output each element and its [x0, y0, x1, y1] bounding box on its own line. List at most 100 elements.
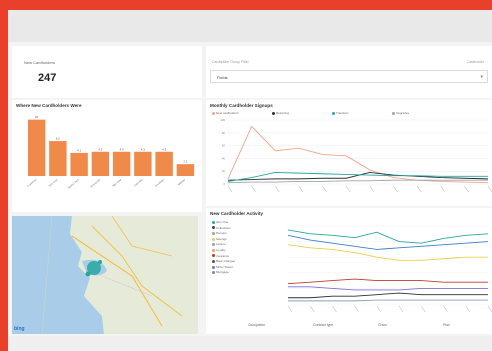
legend-swatch: [212, 271, 215, 275]
activity-series-line[interactable]: [288, 299, 488, 302]
activity-series-line[interactable]: [287, 244, 488, 261]
line-chart-title: Monthly Cardholder Signups: [210, 103, 273, 108]
activity-series-line[interactable]: [287, 234, 489, 250]
bar-data-label: 6.2: [56, 137, 60, 141]
legend-label: Returning: [276, 111, 290, 115]
x-tick-mark: [376, 305, 382, 313]
legend-item[interactable]: Pension: [212, 231, 227, 235]
x-tick-mark: [227, 185, 233, 193]
select-value: Fields: [217, 75, 228, 80]
x-tick-mark: [440, 185, 445, 193]
activity-chart-title: New Cardholder Activity: [210, 211, 263, 216]
bar-category-label: Milpitas: [177, 177, 187, 186]
kpi-value: 247: [38, 72, 57, 84]
map-canvas[interactable]: [12, 216, 198, 334]
legend-label: New cardholders: [216, 111, 239, 115]
bar-category-label: Sunnyvale: [89, 177, 101, 188]
legend-label: Collections: [216, 225, 231, 230]
legend-item[interactable]: Mortgage: [212, 270, 229, 274]
y-tick-label: 80: [222, 131, 226, 135]
group-filter-select[interactable]: Fields ▾: [210, 70, 488, 83]
activity-series-line[interactable]: [287, 278, 488, 285]
bar[interactable]: [134, 151, 152, 176]
map-card[interactable]: bing: [12, 216, 198, 334]
filter-card: Cardholder Group Filter Cardholder Field…: [206, 46, 492, 98]
bar[interactable]: [176, 164, 195, 176]
bar-chart-title: Where New Cardholders Were: [16, 103, 82, 108]
line-chart: 100 80 60 40 20 0: [220, 118, 492, 193]
legend-label: Loyalty: [216, 248, 226, 252]
legend-label: Insurance: [216, 253, 230, 258]
legend-label: Transfers: [336, 111, 349, 115]
legend-swatch: [212, 231, 215, 235]
x-category-label: Contract type: [313, 323, 333, 327]
legend-label: Mortgage: [216, 270, 229, 275]
legend-swatch: [212, 243, 215, 247]
bar[interactable]: [49, 141, 67, 176]
top-band: [8, 10, 492, 42]
x-tick-mark: [464, 185, 469, 193]
legend-swatch: [212, 111, 215, 115]
legend-swatch: [212, 259, 215, 263]
y-tick-label: 100: [220, 118, 225, 122]
bar-data-label: 4.3: [120, 147, 124, 151]
bar-category-label: Palo Alto: [133, 177, 144, 187]
legend-item[interactable]: Leisure: [212, 242, 226, 246]
map-marker[interactable]: [98, 260, 102, 264]
y-tick-label: 60: [222, 144, 226, 148]
filter-label: Cardholder Group Filter: [212, 60, 249, 64]
x-tick-mark: [275, 185, 280, 193]
bar-data-label: 2.1: [183, 160, 187, 164]
bar-chart: 10 Cupertino 6.2 San Jose 4.1 Santa Clara 4.3 S…: [26, 115, 195, 190]
legend-label: Upgrades: [396, 111, 410, 115]
legend-item[interactable]: Insurance: [212, 254, 229, 258]
legend-item[interactable]: Returning: [272, 111, 289, 115]
legend-item[interactable]: Collections: [212, 226, 231, 230]
x-tick-mark: [287, 305, 293, 313]
legend-label: Motor Travel: [216, 264, 233, 269]
activity-series-line[interactable]: [288, 292, 488, 299]
legend-swatch: [392, 111, 395, 115]
x-tick-mark: [416, 185, 422, 193]
bar[interactable]: [27, 119, 46, 176]
map-marker[interactable]: [85, 271, 91, 277]
bar[interactable]: [155, 151, 173, 176]
legend-swatch: [212, 265, 215, 269]
legend-label: Item One: [216, 220, 229, 224]
legend-swatch: [212, 226, 215, 230]
bar-data-label: 4.3: [141, 147, 145, 151]
x-tick-mark: [393, 185, 398, 193]
x-tick-mark: [332, 305, 337, 313]
chevron-down-icon: ▾: [480, 74, 483, 80]
x-tick-mark: [369, 185, 375, 193]
x-tick-mark: [465, 305, 471, 313]
y-tick-label: 20: [222, 169, 226, 173]
legend-item[interactable]: Loyalty: [212, 248, 226, 252]
legend-swatch: [212, 220, 215, 224]
legend-item[interactable]: Bank Charges: [212, 259, 235, 263]
legend-item[interactable]: Item One: [212, 220, 228, 224]
x-tick-mark: [421, 305, 426, 313]
bar-category-label: Mtn View: [112, 178, 123, 188]
dashboard-screen: New Cardholders 247 Cardholder Group Fil…: [8, 10, 492, 351]
legend-item[interactable]: Motor Travel: [212, 265, 233, 269]
activity-card: New Cardholder Activity Item One Collecti…: [206, 208, 492, 334]
bar-data-label: 4.1: [77, 148, 81, 152]
bar-category-label: Cupertino: [26, 177, 38, 188]
legend-item[interactable]: Savings: [212, 237, 227, 241]
legend-item[interactable]: Upgrades: [392, 111, 409, 115]
bar-data-label: 4.3: [98, 147, 102, 151]
bar-data-label: 4.3: [162, 147, 166, 151]
filter-right-label: Cardholder: [466, 60, 484, 64]
bar[interactable]: [112, 151, 131, 176]
bar-category-label: San Jose: [48, 177, 59, 187]
legend-swatch: [212, 237, 215, 241]
legend-label: Savings: [216, 236, 227, 241]
bar[interactable]: [91, 151, 110, 176]
legend-item[interactable]: New cardholders: [212, 111, 239, 115]
bar[interactable]: [70, 152, 88, 176]
x-tick-mark: [322, 185, 327, 193]
activity-chart: Occupation Contract type Churn Plan: [248, 225, 492, 327]
legend-item[interactable]: Transfers: [332, 111, 349, 115]
bottom-strip: [8, 336, 492, 351]
